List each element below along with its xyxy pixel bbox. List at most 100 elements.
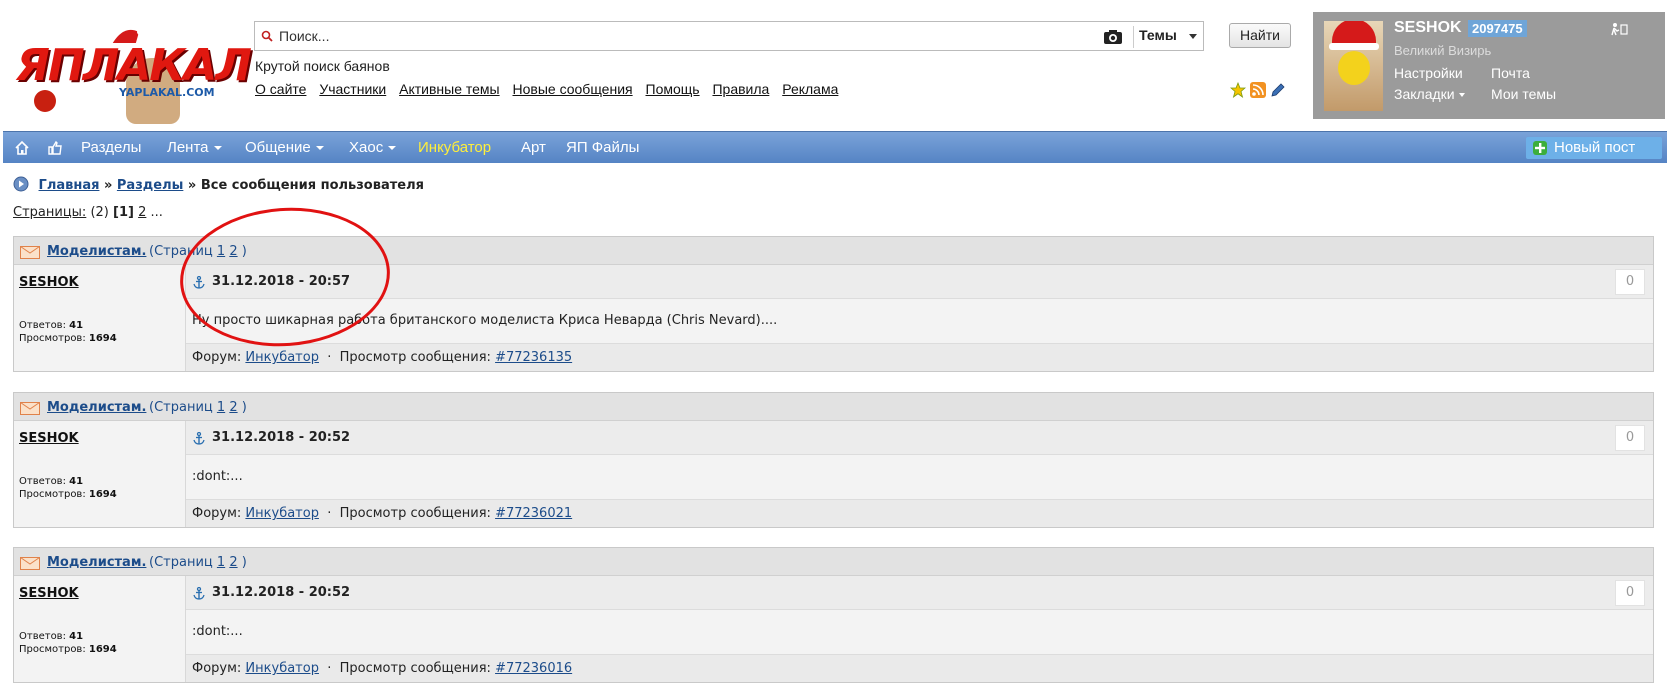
pages-label[interactable]: Страницы: [13, 205, 86, 220]
search-input[interactable] [277, 26, 1097, 46]
search-box: Темы [254, 21, 1204, 51]
user-rank: Великий Визирь [1394, 43, 1492, 58]
nav-art[interactable]: Арт [521, 139, 546, 156]
topic-pages: (Страниц 1 2 ) [149, 244, 247, 259]
nav-incubator[interactable]: Инкубатор [418, 139, 491, 156]
new-post-button[interactable]: Новый пост [1526, 137, 1662, 159]
ornament-icon [34, 90, 56, 112]
rss-icon[interactable] [1250, 82, 1267, 98]
topic-page-link[interactable]: 1 [217, 555, 225, 570]
topic-page-link[interactable]: 1 [217, 244, 225, 259]
breadcrumb-separator: » [103, 178, 113, 193]
breadcrumb-sections[interactable]: Разделы [117, 178, 183, 193]
settings-link[interactable]: Настройки [1394, 65, 1463, 81]
topic-link[interactable]: Моделистам. [47, 400, 146, 415]
post-body: :dont:... [192, 624, 243, 639]
pages-more[interactable]: ... [151, 205, 163, 220]
author-link[interactable]: SESHOK [19, 431, 79, 446]
nav-sections[interactable]: Разделы [81, 139, 141, 156]
post-rating[interactable]: 0 [1615, 580, 1645, 606]
quick-icons [1229, 81, 1290, 100]
chevron-down-icon [315, 146, 324, 151]
topic-page-link[interactable]: 2 [229, 400, 237, 415]
pencil-icon[interactable] [1270, 82, 1286, 98]
message-link[interactable]: #77236135 [495, 350, 572, 365]
forum-label: Форум: [192, 506, 242, 521]
topic-pages: (Страниц 1 2 ) [149, 400, 247, 415]
topic-link[interactable]: Моделистам. [47, 244, 146, 259]
forum-link[interactable]: Инкубатор [245, 506, 319, 521]
link-active-topics[interactable]: Активные темы [399, 81, 500, 97]
search-divider [1133, 26, 1134, 48]
pages-total: (2) [90, 205, 109, 220]
topic-stats: Ответов: 41 Просмотров: 1694 [19, 319, 117, 345]
breadcrumb-home[interactable]: Главная [39, 178, 100, 193]
camera-icon[interactable] [1103, 29, 1123, 45]
message-link[interactable]: #77236021 [495, 506, 572, 521]
nav-chaos-label: Хаос [349, 139, 384, 156]
view-message-label: Просмотр сообщения: [339, 661, 491, 676]
anchor-icon[interactable] [193, 587, 205, 600]
post-date: 31.12.2018 - 20:57 [212, 274, 351, 289]
message-link[interactable]: #77236016 [495, 661, 572, 676]
author-column: SESHOK Ответов: 41 Просмотров: 1694 [14, 265, 186, 371]
nav-chaos[interactable]: Хаос [349, 139, 397, 156]
thumbs-up-icon[interactable] [47, 140, 63, 156]
forum-label: Форум: [192, 350, 242, 365]
chevron-down-icon[interactable] [1189, 34, 1197, 39]
link-about[interactable]: О сайте [255, 81, 306, 97]
logout-icon[interactable] [1610, 22, 1628, 36]
link-help[interactable]: Помощь [646, 81, 700, 97]
nav-files[interactable]: ЯП Файлы [566, 139, 639, 156]
topic-link[interactable]: Моделистам. [47, 555, 146, 570]
post-footer: Форум: Инкубатор · Просмотр сообщения: #… [186, 654, 1653, 682]
avatar[interactable] [1324, 21, 1383, 111]
my-topics-link[interactable]: Мои темы [1491, 86, 1556, 102]
reputation-badge[interactable]: 2097475 [1468, 20, 1527, 37]
topic-pages-open: (Страниц [149, 555, 213, 570]
footer-dot: · [327, 661, 332, 676]
author-link[interactable]: SESHOK [19, 275, 79, 290]
post-footer: Форум: Инкубатор · Просмотр сообщения: #… [186, 343, 1653, 371]
page-link[interactable]: 2 [138, 205, 146, 220]
link-ads[interactable]: Реклама [782, 81, 838, 97]
plus-icon [1533, 141, 1547, 155]
post-date-row: 31.12.2018 - 20:52 0 [186, 576, 1653, 610]
bookmarks-menu[interactable]: Закладки [1394, 86, 1465, 102]
link-rules[interactable]: Правила [712, 81, 769, 97]
home-icon[interactable] [14, 140, 30, 156]
site-logo[interactable]: ЯПЛАКАЛ YAPLAKAL.COM [14, 14, 252, 126]
topic-page-link[interactable]: 1 [217, 400, 225, 415]
hat-trim [1329, 43, 1379, 50]
user-name[interactable]: SESHOK [1394, 19, 1462, 37]
nav-social[interactable]: Общение [245, 139, 324, 156]
anchor-icon[interactable] [193, 432, 205, 445]
footer-text: Форум: Инкубатор · Просмотр сообщения: #… [192, 350, 572, 365]
find-button[interactable]: Найти [1229, 23, 1291, 48]
search-scope-select[interactable]: Темы [1139, 27, 1177, 43]
topic-pages-close: ) [241, 400, 247, 415]
anchor-icon[interactable] [193, 276, 205, 289]
topic-page-link[interactable]: 2 [229, 244, 237, 259]
nav-feed[interactable]: Лента [167, 139, 222, 156]
replies-label: Ответов: [19, 476, 66, 487]
logo-text: ЯПЛАКАЛ [16, 40, 252, 91]
search-icon [261, 30, 273, 42]
mail-link[interactable]: Почта [1491, 65, 1530, 81]
link-new-messages[interactable]: Новые сообщения [513, 81, 633, 97]
star-icon[interactable] [1229, 81, 1247, 98]
link-members[interactable]: Участники [319, 81, 386, 97]
chevron-down-icon [1458, 93, 1465, 98]
post-rating[interactable]: 0 [1615, 425, 1645, 451]
topic-pages-close: ) [241, 244, 247, 259]
post-header: Моделистам. (Страниц 1 2 ) [14, 237, 1653, 265]
post-card: Моделистам. (Страниц 1 2 ) SESHOK Ответо… [13, 547, 1654, 683]
arrow-circle-icon [13, 176, 29, 192]
forum-link[interactable]: Инкубатор [245, 350, 319, 365]
topic-page-link[interactable]: 2 [229, 555, 237, 570]
post-rating[interactable]: 0 [1615, 269, 1645, 295]
post-card: Моделистам. (Страниц 1 2 ) SESHOK Ответо… [13, 236, 1654, 372]
author-link[interactable]: SESHOK [19, 586, 79, 601]
forum-link[interactable]: Инкубатор [245, 661, 319, 676]
post-date-row: 31.12.2018 - 20:52 0 [186, 421, 1653, 455]
